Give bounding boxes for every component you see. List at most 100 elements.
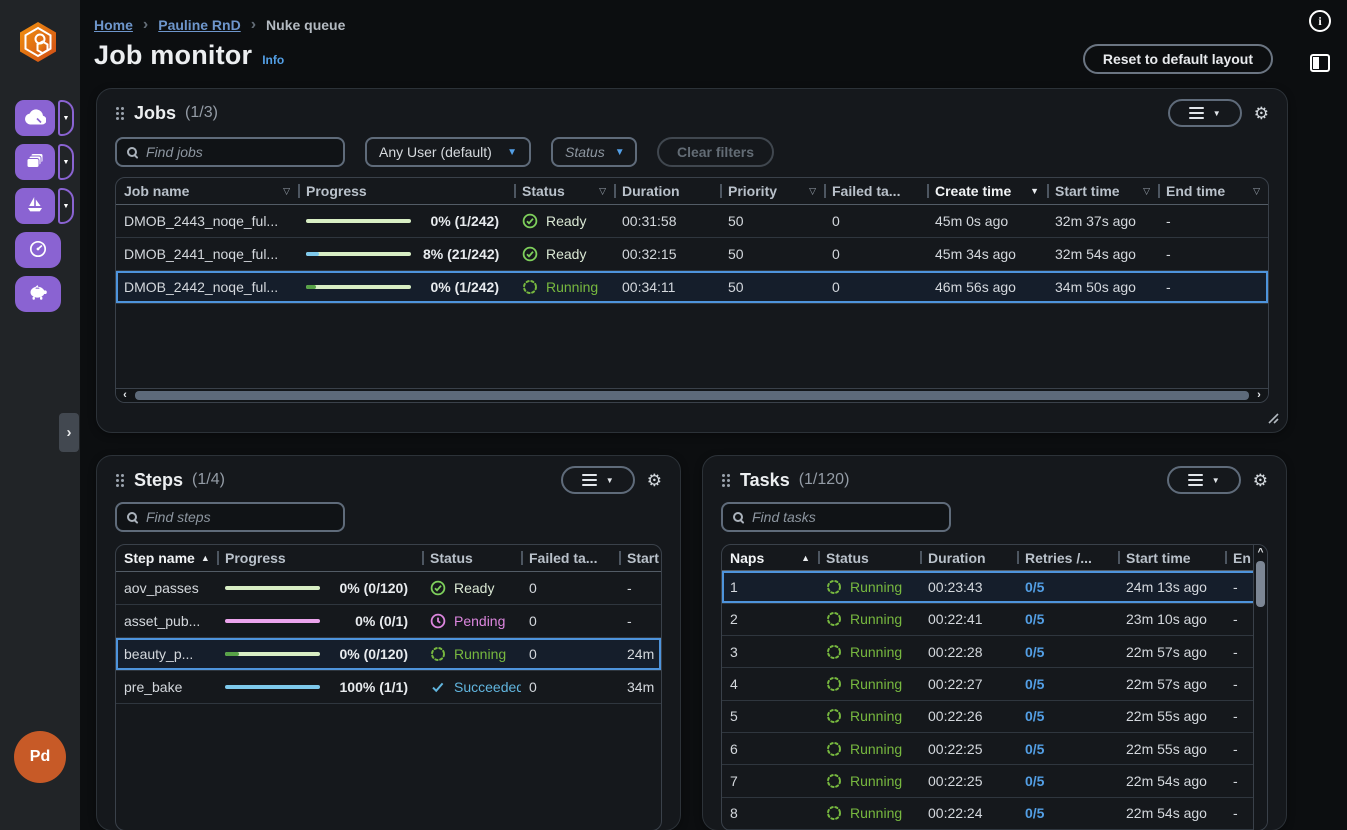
- info-link[interactable]: Info: [262, 53, 284, 67]
- panel-resize-handle[interactable]: [1266, 411, 1279, 427]
- reset-layout-button[interactable]: Reset to default layout: [1083, 44, 1273, 74]
- filter-icon[interactable]: ▽: [803, 186, 816, 197]
- col-duration[interactable]: Duration: [920, 545, 1017, 570]
- col-status[interactable]: Status: [818, 545, 920, 570]
- col-step-name[interactable]: Step name▲: [116, 545, 217, 571]
- breadcrumb-home-link[interactable]: Home: [94, 17, 133, 33]
- sidebar-boat-button[interactable]: [15, 188, 55, 224]
- status-filter-dropdown[interactable]: Status ▼: [551, 137, 637, 167]
- sidebar-layers-flyout-button[interactable]: ▼: [58, 144, 74, 180]
- col-retries[interactable]: Retries /...: [1017, 545, 1118, 570]
- task-row[interactable]: 2 Running 00:22:41 0/5 23m 10s ago -: [722, 604, 1267, 636]
- filter-icon[interactable]: ▽: [277, 186, 290, 197]
- task-retries-link[interactable]: 0/5: [1017, 611, 1118, 627]
- task-row[interactable]: 4 Running 00:22:27 0/5 22m 57s ago -: [722, 668, 1267, 700]
- sidebar-boat-flyout-button[interactable]: ▼: [58, 188, 74, 224]
- task-retries-link[interactable]: 0/5: [1017, 579, 1118, 595]
- breadcrumb-farm-link[interactable]: Pauline RnD: [158, 17, 240, 33]
- col-start-time[interactable]: Start time: [1118, 545, 1225, 570]
- task-name-cell: 2: [722, 611, 818, 627]
- task-retries-link[interactable]: 0/5: [1017, 741, 1118, 757]
- scroll-left-icon[interactable]: ‹: [119, 390, 131, 401]
- col-start-time[interactable]: Start: [619, 545, 661, 571]
- step-row[interactable]: asset_pub... 0% (0/1) Pending 0 -: [116, 605, 661, 638]
- sidebar-expand-button[interactable]: ›: [59, 413, 79, 452]
- clear-filters-button[interactable]: Clear filters: [657, 137, 774, 167]
- col-failed[interactable]: Failed ta...: [824, 178, 927, 204]
- jobs-horizontal-scrollbar[interactable]: ‹ ›: [116, 388, 1268, 402]
- job-priority-cell: 50: [720, 279, 824, 295]
- col-duration[interactable]: Duration: [614, 178, 720, 204]
- job-duration-cell: 00:34:11: [614, 279, 720, 295]
- user-filter-dropdown[interactable]: Any User (default) ▼: [365, 137, 531, 167]
- sidebar-cloud-button[interactable]: [15, 100, 55, 136]
- user-avatar[interactable]: Pd: [14, 731, 66, 783]
- scrollbar-thumb[interactable]: [1256, 561, 1265, 607]
- task-row-selected[interactable]: 1 Running 00:23:43 0/5 24m 13s ago -: [722, 571, 1267, 603]
- sort-desc-icon: ▼: [1030, 186, 1039, 196]
- jobs-settings-gear-icon[interactable]: ⚙: [1254, 105, 1269, 122]
- task-retries-link[interactable]: 0/5: [1017, 773, 1118, 789]
- tasks-search-input[interactable]: [752, 509, 939, 525]
- task-retries-link[interactable]: 0/5: [1017, 644, 1118, 660]
- step-row[interactable]: aov_passes 0% (0/120) Ready 0 -: [116, 572, 661, 605]
- step-row[interactable]: pre_bake 100% (1/1) Succeeded 0 34m: [116, 671, 661, 704]
- col-job-name[interactable]: Job name▽: [116, 178, 298, 204]
- step-status-cell: Ready: [422, 580, 521, 596]
- task-row[interactable]: 5 Running 00:22:26 0/5 22m 55s ago -: [722, 701, 1267, 733]
- job-row[interactable]: DMOB_2441_noqe_ful... 8% (21/242) Ready …: [116, 238, 1268, 271]
- search-icon: [733, 512, 743, 522]
- jobs-menu-button[interactable]: ▼: [1168, 99, 1242, 127]
- job-priority-cell: 50: [720, 246, 824, 262]
- col-failed[interactable]: Failed ta...: [521, 545, 619, 571]
- scrollbar-thumb[interactable]: [135, 391, 1249, 400]
- side-panel-toggle-icon[interactable]: [1310, 54, 1330, 72]
- sidebar-gauge-button[interactable]: [15, 232, 61, 268]
- scroll-right-icon[interactable]: ›: [1253, 390, 1265, 401]
- step-status-cell: Succeeded: [422, 679, 521, 695]
- scroll-up-icon[interactable]: ^: [1258, 546, 1264, 559]
- filter-icon[interactable]: ▽: [593, 186, 606, 197]
- drag-handle-icon[interactable]: [721, 473, 731, 488]
- task-row[interactable]: 3 Running 00:22:28 0/5 22m 57s ago -: [722, 636, 1267, 668]
- col-start-time[interactable]: Start time▽: [1047, 178, 1158, 204]
- progress-bar: [225, 652, 320, 656]
- task-retries-link[interactable]: 0/5: [1017, 805, 1118, 821]
- sidebar-cloud-flyout-button[interactable]: ▼: [58, 100, 74, 136]
- tasks-vertical-scrollbar[interactable]: ^: [1253, 545, 1267, 830]
- col-create-time[interactable]: Create time▼: [927, 178, 1047, 204]
- task-retries-link[interactable]: 0/5: [1017, 676, 1118, 692]
- sidebar-layers-button[interactable]: [15, 144, 55, 180]
- col-task-name[interactable]: Naps▲: [722, 545, 818, 570]
- filter-icon[interactable]: ▽: [1137, 186, 1150, 197]
- task-row[interactable]: 6 Running 00:22:25 0/5 22m 55s ago -: [722, 733, 1267, 765]
- task-retries-link[interactable]: 0/5: [1017, 708, 1118, 724]
- jobs-search-input[interactable]: [146, 144, 333, 160]
- col-end-time[interactable]: End time▽: [1158, 178, 1268, 204]
- steps-search-input[interactable]: [146, 509, 333, 525]
- tasks-table: Naps▲ Status Duration Retries /... Start…: [721, 544, 1268, 830]
- tasks-menu-button[interactable]: ▼: [1167, 466, 1241, 494]
- job-progress-cell: 8% (21/242): [298, 246, 514, 262]
- col-priority[interactable]: Priority▽: [720, 178, 824, 204]
- step-row-selected[interactable]: beauty_p... 0% (0/120) Running 0 24m: [116, 638, 661, 671]
- steps-menu-button[interactable]: ▼: [561, 466, 635, 494]
- col-progress[interactable]: Progress: [298, 178, 514, 204]
- steps-settings-gear-icon[interactable]: ⚙: [647, 472, 662, 489]
- drag-handle-icon[interactable]: [115, 473, 125, 488]
- col-status[interactable]: Status▽: [514, 178, 614, 204]
- step-started-cell: 34m: [619, 679, 661, 695]
- sidebar-piggy-button[interactable]: [15, 276, 61, 312]
- col-status[interactable]: Status: [422, 545, 521, 571]
- job-row-selected[interactable]: DMOB_2442_noqe_ful... 0% (1/242) Running…: [116, 271, 1268, 304]
- task-status-cell: Running: [818, 644, 920, 660]
- col-progress[interactable]: Progress: [217, 545, 422, 571]
- job-row[interactable]: DMOB_2443_noqe_ful... 0% (1/242) Ready 0…: [116, 205, 1268, 238]
- tasks-settings-gear-icon[interactable]: ⚙: [1253, 472, 1268, 489]
- filter-icon[interactable]: ▽: [1247, 186, 1260, 197]
- task-row[interactable]: 8 Running 00:22:24 0/5 22m 54s ago -: [722, 798, 1267, 830]
- help-info-icon[interactable]: i: [1309, 10, 1331, 32]
- task-row[interactable]: 7 Running 00:22:25 0/5 22m 54s ago -: [722, 765, 1267, 797]
- drag-handle-icon[interactable]: [115, 106, 125, 121]
- task-duration-cell: 00:22:41: [920, 611, 1017, 627]
